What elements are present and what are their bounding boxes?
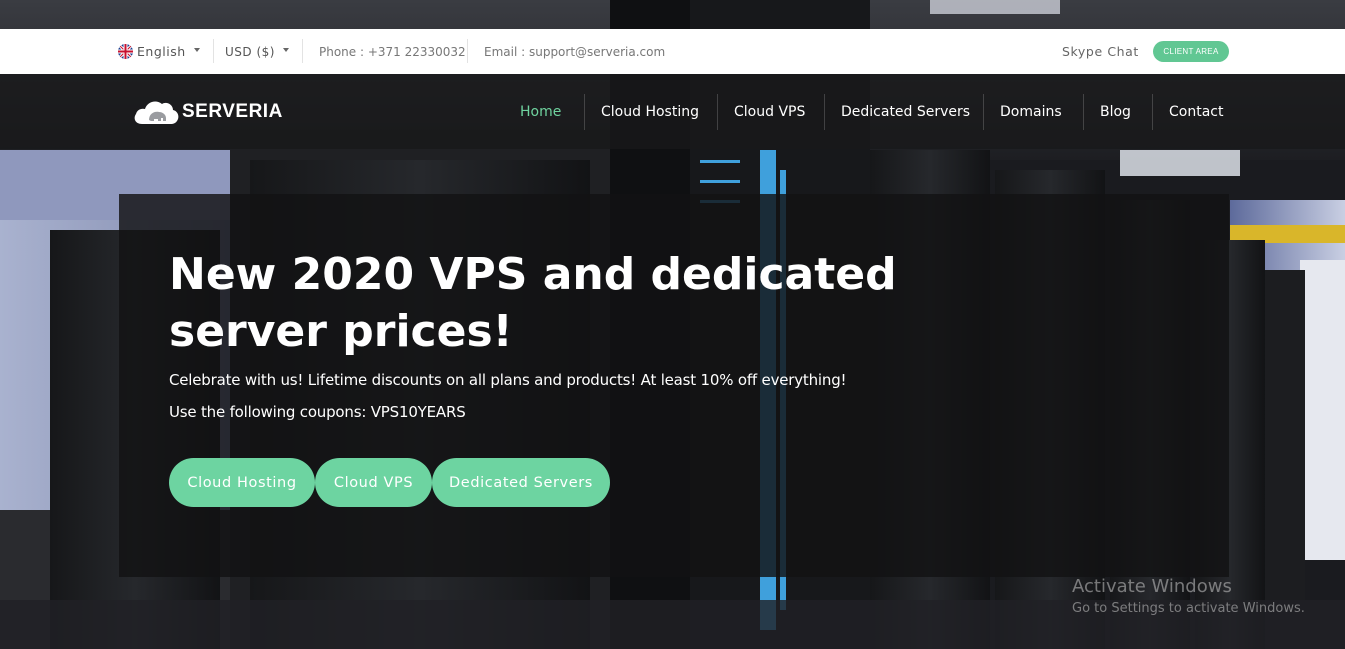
chevron-down-icon	[282, 47, 289, 52]
cloud-vps-button[interactable]: Cloud VPS	[315, 458, 432, 507]
nav-divider	[717, 94, 718, 130]
nav-blog[interactable]: Blog	[1100, 74, 1131, 149]
language-selector[interactable]: English	[118, 29, 200, 74]
divider	[467, 39, 468, 63]
nav-contact-label: Contact	[1169, 103, 1224, 120]
brand-name: SERVERIA	[182, 101, 283, 122]
nav-divider	[824, 94, 825, 130]
nav-dedicated-servers-label: Dedicated Servers	[841, 103, 971, 120]
nav-contact[interactable]: Contact	[1169, 74, 1223, 149]
nav-blog-label: Blog	[1100, 103, 1131, 120]
nav-domains-label: Domains	[1000, 103, 1062, 120]
logo[interactable]: SERVERIA	[132, 96, 283, 128]
cloud-elephant-logo-icon	[134, 101, 179, 124]
nav-cloud-vps-label: Cloud VPS	[734, 103, 806, 120]
language-label: English	[137, 44, 186, 59]
nav-dedicated-servers[interactable]: Dedicated Servers	[841, 74, 970, 149]
currency-label: USD ($)	[225, 44, 275, 59]
nav-divider	[584, 94, 585, 130]
nav-cloud-vps[interactable]: Cloud VPS	[734, 74, 805, 149]
nav-cloud-hosting[interactable]: Cloud Hosting	[601, 74, 699, 149]
phone-text: Phone : +371 22330032	[319, 44, 466, 59]
nav-home-label: Home	[520, 103, 562, 120]
hero-coupon-text: Use the following coupons: VPS10YEARS	[169, 403, 466, 421]
nav-divider	[1152, 94, 1153, 130]
divider	[302, 39, 303, 63]
divider	[213, 39, 214, 63]
hero-panel: New 2020 VPS and dedicated server prices…	[119, 194, 1229, 577]
email-link[interactable]: Email : support@serveria.com	[484, 45, 665, 59]
client-area-button[interactable]: CLIENT AREA	[1153, 41, 1229, 62]
skype-chat-link[interactable]: Skype Chat	[1062, 44, 1139, 59]
currency-selector[interactable]: USD ($)	[225, 29, 289, 74]
nav-domains[interactable]: Domains	[1000, 74, 1062, 149]
nav-cloud-hosting-label: Cloud Hosting	[601, 103, 699, 120]
hero-subtitle: Celebrate with us! Lifetime discounts on…	[169, 371, 847, 389]
chevron-down-icon	[193, 47, 200, 52]
cloud-hosting-button[interactable]: Cloud Hosting	[169, 458, 315, 507]
top-utility-bar: English USD ($) Phone : +371 22330032 Em…	[0, 29, 1345, 74]
nav-divider	[1083, 94, 1084, 130]
hero-title: New 2020 VPS and dedicated server prices…	[169, 249, 897, 357]
nav-divider	[983, 94, 984, 130]
main-navbar: SERVERIA Home Cloud Hosting Cloud VPS De…	[0, 74, 1345, 149]
activate-windows-title: Activate Windows	[1072, 576, 1232, 597]
uk-flag-icon	[118, 44, 133, 59]
activate-windows-subtitle: Go to Settings to activate Windows.	[1072, 601, 1305, 616]
nav-home[interactable]: Home	[520, 74, 561, 149]
dedicated-servers-button[interactable]: Dedicated Servers	[432, 458, 610, 507]
